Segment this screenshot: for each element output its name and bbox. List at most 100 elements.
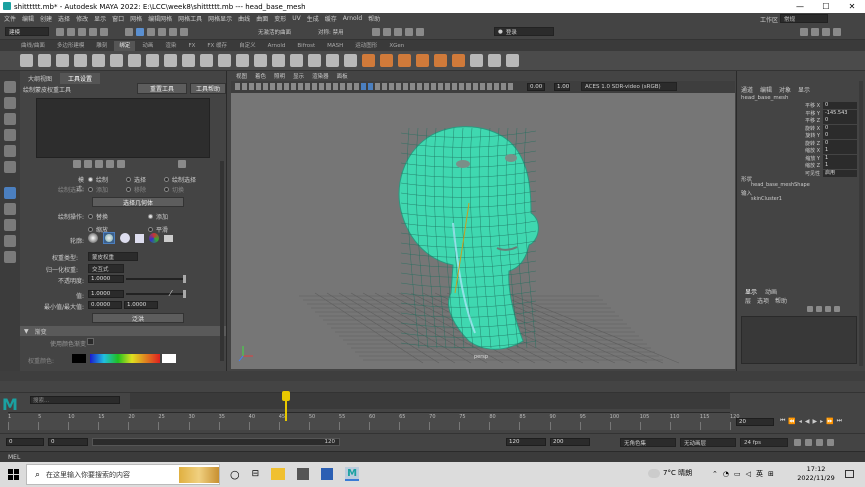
taskbar-search[interactable]: ⌕ 在这里输入你要搜索的内容 — [26, 464, 220, 485]
unlock-icon[interactable] — [95, 160, 103, 168]
store-icon[interactable] — [297, 468, 310, 480]
mode-select-radio[interactable]: 选择 — [126, 175, 146, 184]
menu-item[interactable]: 曲面 — [256, 14, 268, 23]
color-space-select[interactable]: ACES 1.0 SDR-video (sRGB) — [581, 82, 677, 91]
anim-end-field[interactable]: 200 — [550, 438, 590, 446]
tab-outliner[interactable]: 大纲视图 — [20, 73, 60, 84]
channel-value[interactable]: -145.543 — [823, 109, 857, 117]
loop-icon[interactable] — [794, 439, 801, 446]
tool-help-button[interactable]: 工具帮助 — [190, 83, 226, 94]
new-layer-selected-icon[interactable] — [816, 306, 822, 312]
viewport-tool-icon[interactable] — [347, 83, 352, 90]
channel-box-icon[interactable] — [833, 28, 841, 36]
shelf-tab[interactable]: 自定义 — [234, 41, 261, 51]
viewport-tool-icon[interactable] — [326, 83, 331, 90]
square-brush-icon[interactable] — [135, 233, 144, 243]
ime-indicator[interactable]: 英 — [756, 469, 763, 479]
detach-skin-icon[interactable] — [146, 54, 159, 67]
set-driven-icon[interactable] — [470, 54, 483, 67]
shape-name[interactable]: head_base_meshShape — [751, 182, 810, 188]
paint-weights-icon[interactable] — [164, 54, 177, 67]
auto-key-icon[interactable] — [816, 439, 823, 446]
viewport-menu-item[interactable]: 视图 — [236, 72, 247, 80]
go-to-start-icon[interactable]: ⏮ — [780, 417, 785, 425]
viewport-tool-icon[interactable] — [487, 83, 492, 90]
time-slider[interactable]: 1 5 10 15 20 25 30 35 40 45 50 55 60 65 70 75 80 85 90 95 10… — [8, 412, 740, 430]
channel-box-tab[interactable]: 对象 — [779, 85, 791, 94]
open-scene-icon[interactable] — [67, 28, 75, 36]
layer-menu-help[interactable]: 帮助 — [775, 296, 787, 305]
windows-start-icon[interactable] — [8, 469, 19, 480]
menu-item[interactable]: 修改 — [76, 14, 88, 23]
soft-brush-icon[interactable] — [103, 232, 115, 244]
lattice-icon[interactable] — [254, 54, 267, 67]
hierarchy-mode-icon[interactable] — [125, 28, 133, 36]
viewport-menu-item[interactable]: 显示 — [293, 72, 304, 80]
menu-item[interactable]: 显示 — [94, 14, 106, 23]
viewport-tool-icon[interactable] — [473, 83, 478, 90]
command-line[interactable]: MEL — [0, 451, 865, 462]
opacity-field[interactable]: 1.0000 — [88, 275, 124, 283]
lasso-tool-icon[interactable] — [4, 97, 16, 109]
minimize-button[interactable]: — — [787, 0, 813, 13]
channel-row[interactable]: 可见性 启用 — [737, 169, 857, 178]
tab-anim-layers[interactable]: 动画 — [765, 287, 777, 296]
menu-item[interactable]: Arnold — [343, 15, 362, 22]
paint-select-toggle-radio[interactable]: 切换 — [164, 185, 184, 194]
outliner-layout-icon[interactable] — [4, 235, 16, 247]
expand-icon[interactable] — [106, 160, 114, 168]
pole-vector-icon[interactable] — [452, 54, 465, 67]
locator-icon[interactable] — [488, 54, 501, 67]
viewport-tool-icon[interactable] — [312, 83, 317, 90]
paint-select-remove-radio[interactable]: 移除 — [126, 185, 146, 194]
dopesheet-strip[interactable] — [130, 393, 730, 409]
anim-prefs-icon[interactable] — [827, 439, 834, 446]
channel-value[interactable]: 0 — [823, 139, 857, 147]
menu-item[interactable]: 网格 — [130, 14, 142, 23]
min-field[interactable]: 0.0000 — [88, 301, 122, 309]
insert-joint-icon[interactable] — [110, 54, 123, 67]
weather[interactable]: 7°C 晴朗 — [648, 468, 692, 478]
graph-layout-icon[interactable] — [4, 251, 16, 263]
viewport-tool-icon[interactable] — [375, 83, 380, 90]
wifi-icon[interactable]: ◔ — [723, 470, 729, 478]
clock[interactable]: 17:12 2022/11/29 — [795, 465, 837, 483]
aim-constraint-icon[interactable] — [380, 54, 393, 67]
wrap-icon[interactable] — [290, 54, 303, 67]
panel-scrollbar[interactable] — [220, 161, 224, 361]
go-to-end-icon[interactable]: ⏭ — [837, 417, 842, 425]
viewport-tool-icon[interactable] — [494, 83, 499, 90]
layout-two-icon[interactable] — [4, 219, 16, 231]
menu-item[interactable]: 编辑网格 — [148, 14, 172, 23]
sort-icon[interactable] — [73, 160, 81, 168]
step-forward-icon[interactable]: ▸ — [820, 418, 823, 425]
sound-icon[interactable] — [805, 439, 812, 446]
tab-tool-settings[interactable]: 工具设置 — [60, 73, 101, 84]
menu-set-select[interactable]: 建模 — [5, 27, 49, 36]
folder-icon[interactable] — [164, 234, 173, 242]
shelf-tab[interactable]: FX 缓存 — [202, 41, 232, 51]
viewport-menu-item[interactable]: 着色 — [255, 72, 266, 80]
arnold-icon[interactable] — [416, 28, 424, 36]
render-settings-icon[interactable] — [394, 28, 402, 36]
mode-paint-radio[interactable]: 绘制 — [88, 175, 108, 184]
viewport-tool-icon[interactable] — [445, 83, 450, 90]
opacity-slider[interactable] — [126, 275, 186, 283]
menu-item[interactable]: 曲线 — [238, 14, 250, 23]
color-ramp[interactable] — [90, 354, 160, 363]
viewport-tool-icon[interactable] — [480, 83, 485, 90]
layer-list[interactable] — [741, 316, 857, 364]
timeline-search[interactable]: 搜索... — [30, 396, 120, 404]
login-select[interactable]: ● 登录 — [494, 27, 554, 36]
shelf-tab[interactable]: 雕刻 — [91, 41, 112, 51]
current-frame-field[interactable]: 20 — [736, 418, 774, 426]
viewport-tool-icon[interactable] — [396, 83, 401, 90]
menu-item[interactable]: UV — [292, 15, 301, 22]
channel-box-tab[interactable]: 编辑 — [760, 85, 772, 94]
channel-row[interactable]: 缩放 Y1 — [737, 154, 857, 163]
redo-icon[interactable] — [100, 28, 108, 36]
op-replace-radio[interactable]: 替换 — [88, 212, 148, 221]
maximize-button[interactable]: ☐ — [813, 0, 839, 13]
viewport-tool-icon[interactable] — [256, 83, 261, 90]
viewport-tool-icon[interactable] — [424, 83, 429, 90]
